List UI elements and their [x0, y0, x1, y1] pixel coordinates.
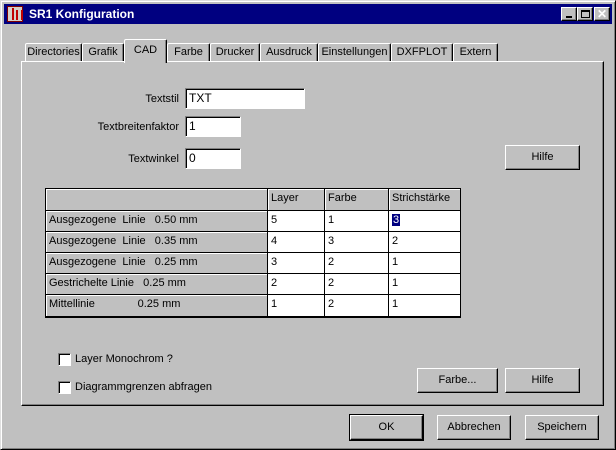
grid-cell-layer[interactable]: 2	[268, 274, 325, 295]
grid-cell-strichstaerke[interactable]: 1	[389, 295, 461, 317]
grid-cell-strichstaerke[interactable]: 1	[389, 274, 461, 295]
hilfe-button-bottom[interactable]: Hilfe	[505, 368, 580, 393]
minimize-icon	[566, 16, 572, 18]
grid-cell-strichstaerke[interactable]: 1	[389, 253, 461, 274]
textwinkel-input[interactable]: 0	[185, 148, 241, 169]
tab-directories[interactable]: Directories	[25, 43, 82, 61]
maximize-button[interactable]	[577, 7, 593, 21]
diagrammgrenzen-checkbox[interactable]	[58, 381, 71, 394]
textbreitenfaktor-label: Textbreitenfaktor	[97, 121, 179, 133]
window-title: SR1 Konfiguration	[29, 7, 135, 21]
selected-cell-value: 3	[392, 214, 401, 226]
grid-cell-farbe[interactable]: 2	[325, 253, 389, 274]
grid-cell-farbe[interactable]: 1	[325, 211, 389, 232]
tab-farbe[interactable]: Farbe	[167, 43, 210, 61]
abbrechen-button[interactable]: Abbrechen	[437, 415, 511, 440]
tab-ausdruck[interactable]: Ausdruck	[260, 43, 318, 61]
textbreitenfaktor-input[interactable]: 1	[185, 116, 241, 137]
close-icon: ✕	[597, 7, 608, 21]
grid-cell-farbe[interactable]: 3	[325, 232, 389, 253]
grid-header-strichstaerke: Strichstärke	[389, 189, 461, 211]
layer-monochrom-label[interactable]: Layer Monochrom ?	[75, 353, 173, 365]
ok-button[interactable]: OK	[349, 414, 424, 441]
grid-cell-farbe[interactable]: 2	[325, 295, 389, 317]
grid-header-layer: Layer	[268, 189, 325, 211]
title-bar[interactable]: SR1 Konfiguration ✕	[4, 4, 612, 24]
grid-cell-layer[interactable]: 4	[268, 232, 325, 253]
tab-cad[interactable]: CAD	[124, 39, 167, 63]
maximize-icon	[581, 10, 590, 18]
grid-row-label: Ausgezogene Linie 0.35 mm	[46, 232, 268, 253]
grid-cell-strichstaerke[interactable]: 3	[389, 211, 461, 232]
tab-drucker[interactable]: Drucker	[210, 43, 260, 61]
grid-cell-strichstaerke[interactable]: 2	[389, 232, 461, 253]
layer-grid[interactable]: Layer Farbe Strichstärke Ausgezogene Lin…	[45, 188, 461, 318]
minimize-button[interactable]	[561, 7, 577, 21]
tab-extern[interactable]: Extern	[453, 43, 498, 61]
textstil-input[interactable]: TXT	[185, 88, 305, 109]
grid-row-label: Ausgezogene Linie 0.50 mm	[46, 211, 268, 232]
textstil-label: Textstil	[145, 93, 179, 105]
grid-header-farbe: Farbe	[325, 189, 389, 211]
app-icon[interactable]	[7, 6, 23, 22]
grid-cell-layer[interactable]: 1	[268, 295, 325, 317]
grid-row-label: Mittellinie 0.25 mm	[46, 295, 268, 317]
grid-row-label: Ausgezogene Linie 0.25 mm	[46, 253, 268, 274]
diagrammgrenzen-label[interactable]: Diagrammgrenzen abfragen	[75, 381, 212, 393]
grid-header-corner	[46, 189, 268, 211]
grid-cell-layer[interactable]: 3	[268, 253, 325, 274]
tab-einstellungen[interactable]: Einstellungen	[318, 43, 391, 61]
tab-grafik[interactable]: Grafik	[82, 43, 124, 61]
hilfe-button-top[interactable]: Hilfe	[505, 145, 580, 170]
farbe-button[interactable]: Farbe...	[417, 368, 498, 393]
speichern-button[interactable]: Speichern	[525, 415, 599, 440]
grid-cell-layer[interactable]: 5	[268, 211, 325, 232]
tab-dxfplot[interactable]: DXFPLOT	[391, 43, 453, 61]
layer-monochrom-checkbox[interactable]	[58, 353, 71, 366]
grid-row-label: Gestrichelte Linie 0.25 mm	[46, 274, 268, 295]
close-button[interactable]: ✕	[594, 7, 610, 21]
textwinkel-label: Textwinkel	[128, 153, 179, 165]
config-window: SR1 Konfiguration ✕ Directories Grafik C…	[0, 0, 616, 450]
grid-cell-farbe[interactable]: 2	[325, 274, 389, 295]
